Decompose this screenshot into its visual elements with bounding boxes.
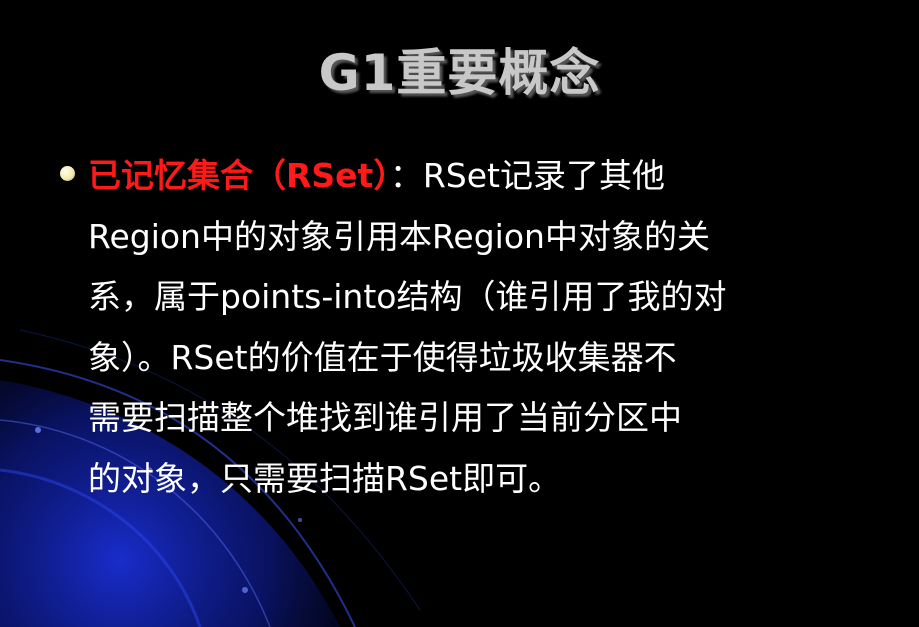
- bullet-line-text: RSet记录了其他: [422, 156, 665, 195]
- bullet-line-5: 需要扫描整个堆找到谁引用了当前分区中: [88, 398, 682, 437]
- bullet-text: 已记忆集合（RSet）：RSet记录了其他 Region中的对象引用本Regio…: [88, 146, 833, 509]
- slide: G1重要概念 已记忆集合（RSet）：RSet记录了其他 Region中的对象引…: [0, 0, 919, 627]
- slide-title: G1重要概念: [318, 44, 601, 102]
- bullet-line-3: 系，属于points-into结构（谁引用了我的对: [88, 277, 727, 316]
- term-label: 已记忆集合（RSet）: [88, 156, 390, 195]
- bullet-icon: [60, 166, 75, 181]
- bullet-line-1: 已记忆集合（RSet）：RSet记录了其他: [88, 146, 833, 207]
- bullet-line-6: 的对象，只需要扫描RSet即可。: [88, 458, 562, 498]
- term-separator: ：: [389, 156, 423, 195]
- bullet-line-2: Region中的对象引用本Region中对象的关: [88, 216, 710, 256]
- bullet-line-4: 象）。RSet的价值在于使得垃圾收集器不: [88, 337, 677, 377]
